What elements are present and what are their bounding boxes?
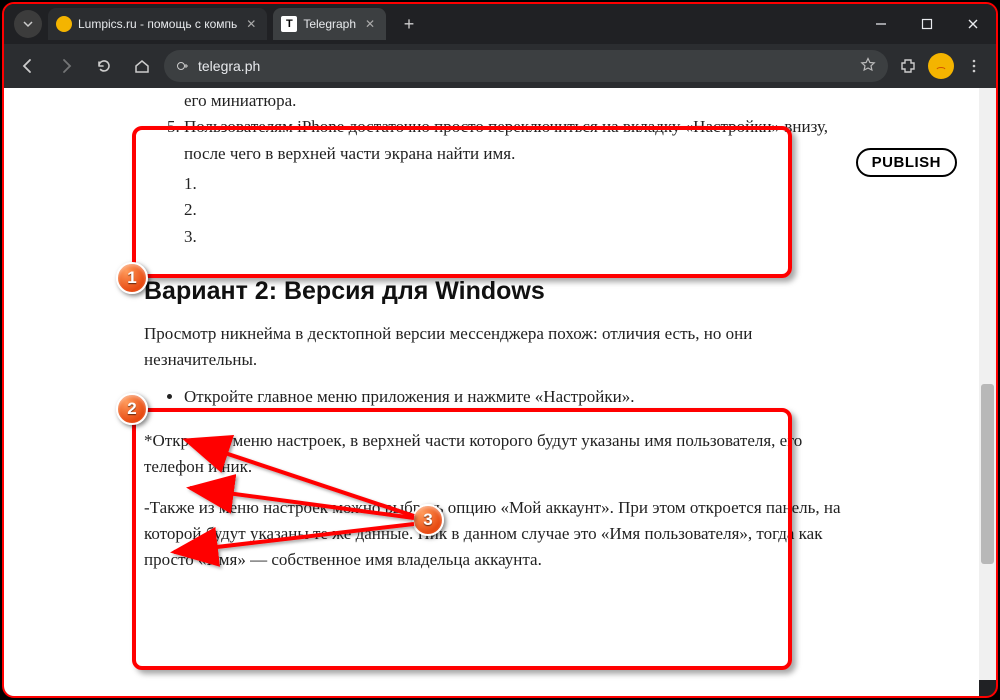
sub-item: 1.	[184, 171, 864, 197]
close-window-button[interactable]	[950, 4, 996, 44]
tab-lumpics[interactable]: Lumpics.ru - помощь с компь ✕	[48, 8, 267, 40]
bookmark-star-icon[interactable]	[860, 57, 876, 76]
sub-item: 3.	[184, 224, 864, 250]
telegraph-article[interactable]: его миниатюра. Пользователям iPhone дост…	[144, 88, 864, 574]
ordered-list: Пользователям iPhone достаточно просто п…	[144, 114, 864, 250]
favicon-lumpics	[56, 16, 72, 32]
fragment-text: его миниатюра.	[144, 88, 864, 114]
url-text: telegra.ph	[198, 58, 260, 74]
list-item-5: Пользователям iPhone достаточно просто п…	[184, 114, 864, 250]
desc-variant-2: Просмотр никнейма в десктопной версии ме…	[144, 321, 864, 374]
tab-telegraph[interactable]: T Telegraph ✕	[273, 8, 386, 40]
minimize-button[interactable]	[858, 4, 904, 44]
window-controls	[858, 4, 996, 44]
extensions-icon[interactable]	[894, 52, 922, 80]
home-button[interactable]	[126, 50, 158, 82]
heading-variant-2: Вариант 2: Версия для Windows	[144, 272, 864, 311]
new-tab-button[interactable]: +	[396, 11, 422, 37]
tab-title: Lumpics.ru - помощь с компь	[78, 17, 237, 31]
tabs-dropdown[interactable]	[14, 10, 42, 38]
close-icon[interactable]: ✕	[243, 17, 259, 31]
dash-paragraph: -Также из меню настроек можно выбрать оп…	[144, 495, 864, 574]
back-button[interactable]	[12, 50, 44, 82]
menu-button[interactable]	[960, 52, 988, 80]
address-bar[interactable]: telegra.ph	[164, 50, 888, 82]
publish-button[interactable]: PUBLISH	[856, 148, 957, 177]
browser-toolbar: telegra.ph	[4, 44, 996, 88]
publish-label: PUBLISH	[872, 154, 941, 171]
reload-button[interactable]	[88, 50, 120, 82]
titlebar: Lumpics.ru - помощь с компь ✕ T Telegrap…	[4, 4, 996, 44]
scrollbar-thumb[interactable]	[981, 384, 994, 564]
bullet-item: Откройте главное меню приложения и нажми…	[184, 384, 864, 410]
scrollbar-track[interactable]	[979, 88, 996, 680]
profile-avatar[interactable]	[928, 53, 954, 79]
app-window: Lumpics.ru - помощь с компь ✕ T Telegrap…	[2, 2, 998, 698]
item5-text: Пользователям iPhone достаточно просто п…	[184, 117, 828, 162]
tab-title: Telegraph	[303, 17, 356, 31]
close-icon[interactable]: ✕	[362, 17, 378, 31]
page-viewport: его миниатюра. Пользователям iPhone дост…	[4, 88, 979, 696]
maximize-button[interactable]	[904, 4, 950, 44]
bullet-list: Откройте главное меню приложения и нажми…	[144, 384, 864, 410]
forward-button[interactable]	[50, 50, 82, 82]
sub-item: 2.	[184, 197, 864, 223]
site-info-icon[interactable]	[176, 59, 190, 73]
star-paragraph: *Откроется меню настроек, в верхней част…	[144, 428, 864, 481]
favicon-telegraph: T	[281, 16, 297, 32]
